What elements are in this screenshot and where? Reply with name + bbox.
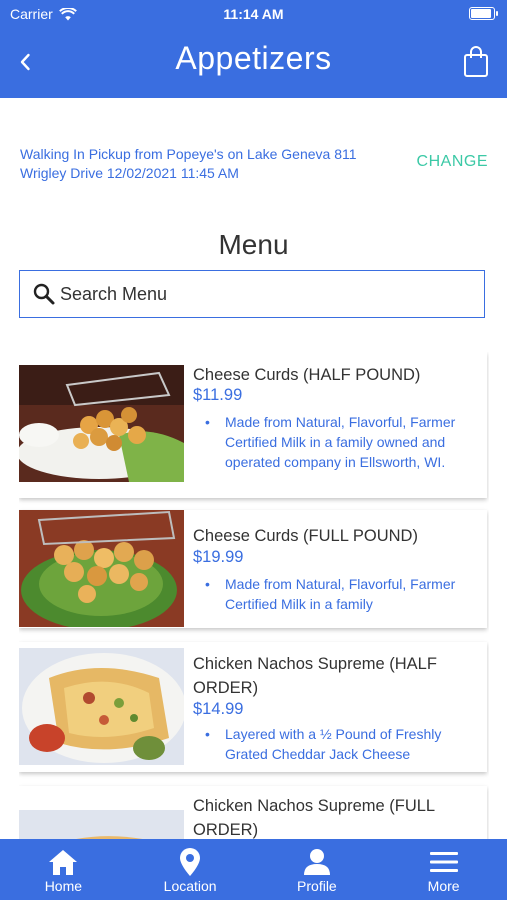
pickup-info: Walking In Pickup from Popeye's on Lake … <box>20 146 357 181</box>
item-name: Cheese Curds (FULL POUND) <box>193 527 418 545</box>
item-price: $11.99 <box>193 386 243 404</box>
item-image <box>19 648 184 765</box>
status-bar: Carrier 11:14 AM <box>0 0 507 28</box>
app-header: Carrier 11:14 AM Appetizers <box>0 0 507 98</box>
item-name: Chicken Nachos Supreme (HALF ORDER) <box>193 655 437 697</box>
bottom-tab-bar: Home Location Profile More <box>0 839 507 900</box>
menu-item-card[interactable]: Chicken Nachos Supreme (HALF ORDER) $14.… <box>19 642 487 772</box>
tab-more[interactable]: More <box>380 839 507 900</box>
item-price: $19.99 <box>193 548 244 566</box>
menu-item-card[interactable]: Cheese Curds (FULL POUND) $19.99 Made fr… <box>19 510 487 628</box>
item-name: Cheese Curds (HALF POUND) <box>193 366 421 384</box>
item-description: Made from Natural, Flavorful, Farmer Cer… <box>205 574 483 614</box>
item-description: Layered with a ½ Pound of Freshly Grated… <box>205 724 483 764</box>
cart-button[interactable] <box>463 46 489 78</box>
item-description: Made from Natural, Flavorful, Farmer Cer… <box>205 412 483 472</box>
tab-profile-label: Profile <box>297 878 337 894</box>
status-time: 11:14 AM <box>223 6 284 22</box>
tab-home-label: Home <box>44 878 83 894</box>
battery-icon <box>469 7 498 20</box>
person-icon <box>303 849 330 875</box>
menu-item-card[interactable]: Chicken Nachos Supreme (FULL ORDER) <box>19 786 487 839</box>
search-icon <box>33 283 55 305</box>
tab-home[interactable]: Home <box>0 839 127 900</box>
tab-profile[interactable]: Profile <box>254 839 381 900</box>
change-pickup-button[interactable]: CHANGE <box>417 153 488 171</box>
home-icon <box>49 850 78 875</box>
item-name: Chicken Nachos Supreme (FULL ORDER) <box>193 797 435 839</box>
menu-heading: Menu <box>218 229 289 260</box>
location-pin-icon <box>180 848 201 876</box>
shopping-bag-icon <box>464 46 488 77</box>
menu-list: Cheese Curds (HALF POUND) $11.99 Made fr… <box>19 352 489 839</box>
item-image <box>19 365 184 482</box>
tab-location[interactable]: Location <box>127 839 254 900</box>
menu-item-card[interactable]: Cheese Curds (HALF POUND) $11.99 Made fr… <box>19 352 487 498</box>
page-title: Appetizers <box>175 40 332 76</box>
search-bar[interactable] <box>19 270 485 318</box>
menu-icon <box>429 852 458 872</box>
search-input[interactable] <box>58 282 442 306</box>
tab-location-label: Location <box>163 878 217 894</box>
tab-more-label: More <box>427 878 460 894</box>
item-price: $14.99 <box>193 700 244 718</box>
item-image <box>19 510 184 627</box>
item-image <box>19 810 184 839</box>
